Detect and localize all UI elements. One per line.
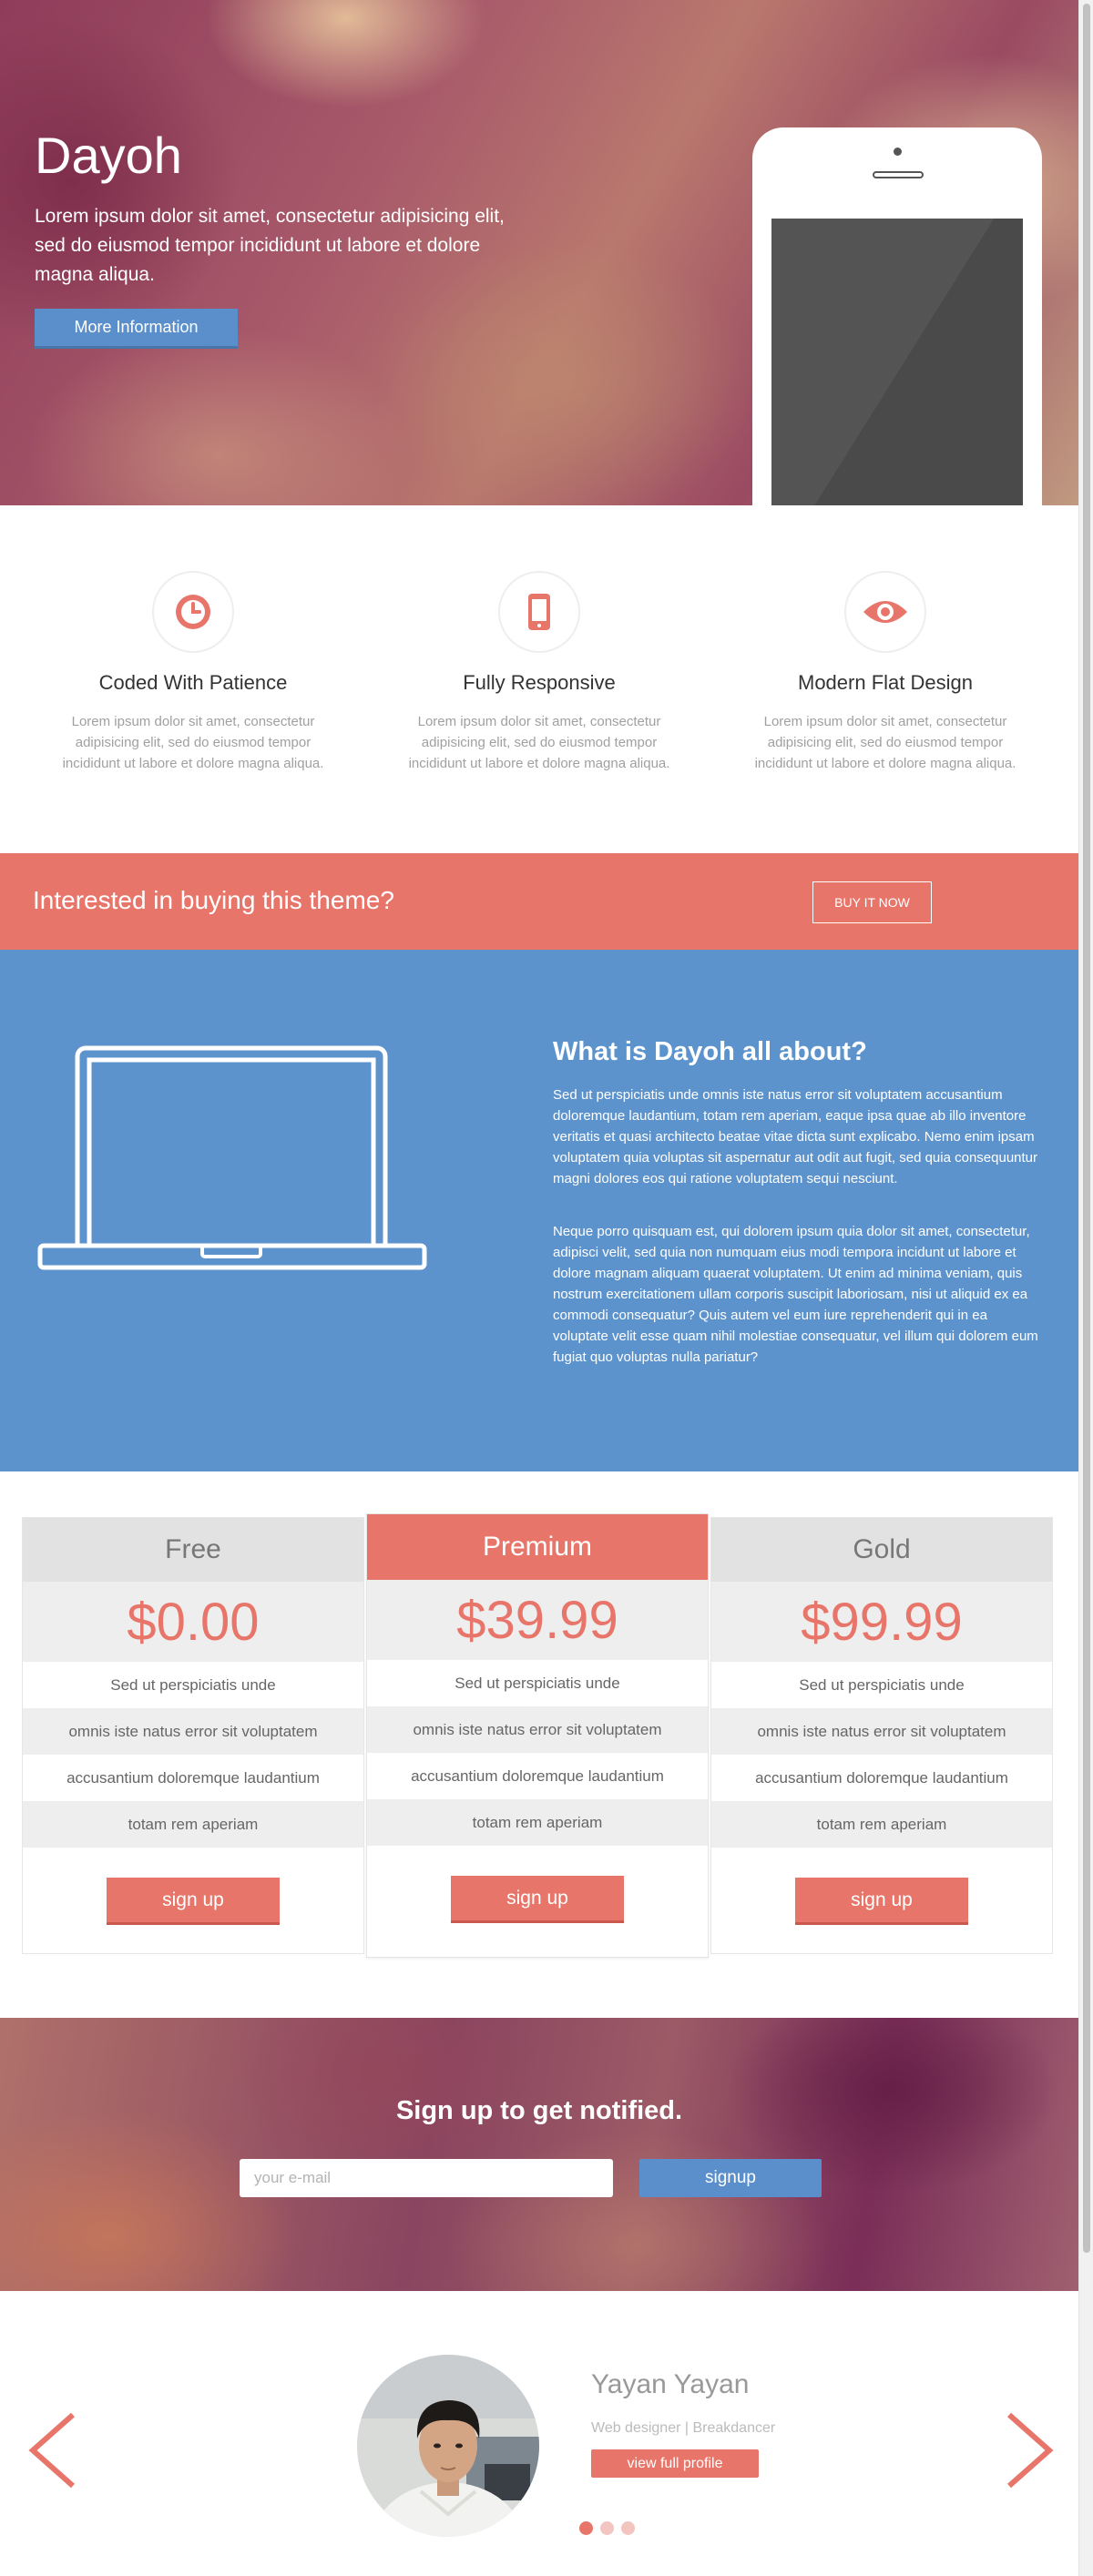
- plan-price: $0.00: [23, 1582, 363, 1662]
- feature-icon-circle: [152, 571, 234, 653]
- plan-feature: omnis iste natus error sit voluptatem: [23, 1708, 363, 1755]
- email-input[interactable]: [240, 2159, 613, 2197]
- gold-sign-up-button[interactable]: sign up: [795, 1878, 968, 1925]
- plan-feature: Sed ut perspiciatis unde: [455, 1674, 620, 1692]
- buy-theme-text: Interested in buying this theme?: [33, 886, 394, 914]
- pricing-plan-free: Free $0.00 Sed ut perspiciatis unde omni…: [22, 1517, 364, 1954]
- plan-feature: accusantium doloremque laudantium: [66, 1768, 320, 1787]
- plan-feature: Sed ut perspiciatis unde: [799, 1675, 965, 1694]
- phone-speaker: [873, 171, 924, 178]
- about-section: What is Dayoh all about? Sed ut perspici…: [0, 950, 1078, 1471]
- feature-description: Lorem ipsum dolor sit amet, consectetur …: [754, 714, 1016, 771]
- person-name: Yayan Yayan: [591, 2369, 750, 2399]
- page-scrollbar[interactable]: [1078, 0, 1093, 2576]
- plan-name: Gold: [711, 1518, 1052, 1582]
- about-title: What is Dayoh all about?: [553, 1037, 867, 1066]
- plan-price: $39.99: [367, 1580, 708, 1660]
- plan-feature: totam rem aperiam: [367, 1799, 708, 1846]
- premium-sign-up-button[interactable]: sign up: [451, 1876, 624, 1923]
- feature-title: Fully Responsive: [463, 671, 616, 694]
- scrollbar-thumb[interactable]: [1083, 4, 1090, 2253]
- page: Dayoh Lorem ipsum dolor sit amet, consec…: [0, 0, 1078, 2576]
- feature-modern-flat-design: Modern Flat Design Lorem ipsum dolor sit…: [735, 571, 1036, 774]
- plan-feature: totam rem aperiam: [711, 1801, 1052, 1848]
- plan-price: $99.99: [711, 1582, 1052, 1662]
- features-section: Coded With Patience Lorem ipsum dolor si…: [0, 505, 1078, 853]
- feature-fully-responsive: Fully Responsive Lorem ipsum dolor sit a…: [389, 571, 690, 774]
- feature-description: Lorem ipsum dolor sit amet, consectetur …: [408, 714, 670, 771]
- feature-title: Modern Flat Design: [798, 671, 973, 694]
- pricing-section: Free $0.00 Sed ut perspiciatis unde omni…: [0, 1471, 1078, 2018]
- team-member-slider: Yayan Yayan Web designer | Breakdancer v…: [0, 2291, 1078, 2576]
- feature-description: Lorem ipsum dolor sit amet, consectetur …: [62, 714, 324, 771]
- feature-title: Coded With Patience: [98, 671, 288, 694]
- slider-pagination: [579, 2521, 635, 2535]
- plan-feature: accusantium doloremque laudantium: [755, 1768, 1008, 1787]
- slider-dot[interactable]: [621, 2521, 635, 2535]
- pricing-plan-premium: Premium $39.99 Sed ut perspiciatis unde …: [366, 1513, 709, 1958]
- laptop-icon: [37, 1045, 427, 1270]
- plan-feature: omnis iste natus error sit voluptatem: [711, 1708, 1052, 1755]
- next-arrow-icon[interactable]: [1002, 2409, 1057, 2491]
- phone-screen: [771, 219, 1023, 505]
- plan-footer: sign up: [367, 1846, 708, 1953]
- plan-footer: sign up: [23, 1848, 363, 1955]
- phone-screen-reflection: [771, 219, 1023, 505]
- buy-theme-banner: Interested in buying this theme? BUY IT …: [0, 853, 1078, 950]
- plan-feature: totam rem aperiam: [23, 1801, 363, 1848]
- feature-icon-circle: [844, 571, 926, 653]
- plan-footer: sign up: [711, 1848, 1052, 1955]
- newsletter-signup-button[interactable]: signup: [639, 2159, 822, 2197]
- about-paragraph: Neque porro quisquam est, qui dolorem ip…: [553, 1224, 1038, 1365]
- hero-section: Dayoh Lorem ipsum dolor sit amet, consec…: [0, 0, 1078, 505]
- plan-name: Free: [23, 1518, 363, 1582]
- phone-camera: [894, 148, 902, 156]
- view-full-profile-button[interactable]: view full profile: [591, 2449, 759, 2478]
- person-photo-icon: [357, 2355, 539, 2537]
- previous-arrow-icon[interactable]: [26, 2409, 80, 2491]
- clock-icon: [176, 595, 210, 629]
- buy-it-now-button[interactable]: BUY IT NOW: [812, 881, 932, 923]
- person-role: Web designer | Breakdancer: [591, 2420, 776, 2436]
- slider-dot-active[interactable]: [579, 2521, 593, 2535]
- pricing-plan-gold: Gold $99.99 Sed ut perspiciatis unde omn…: [710, 1517, 1053, 1954]
- avatar: [357, 2355, 539, 2537]
- plan-feature: accusantium doloremque laudantium: [411, 1767, 664, 1785]
- hero-description: Lorem ipsum dolor sit amet, consectetur …: [35, 206, 505, 285]
- slider-dot[interactable]: [600, 2521, 614, 2535]
- newsletter-title: Sign up to get notified.: [395, 2096, 683, 2125]
- plan-feature: Sed ut perspiciatis unde: [110, 1675, 276, 1694]
- plan-name: Premium: [367, 1514, 708, 1580]
- feature-icon-circle: [498, 571, 580, 653]
- plan-feature: omnis iste natus error sit voluptatem: [367, 1706, 708, 1753]
- feature-coded-with-patience: Coded With Patience Lorem ipsum dolor si…: [43, 571, 343, 774]
- free-sign-up-button[interactable]: sign up: [107, 1878, 280, 1925]
- phone-mockup: [752, 127, 1042, 505]
- mobile-phone-icon: [528, 594, 550, 630]
- hero-title: Dayoh: [35, 127, 182, 184]
- newsletter-section: Sign up to get notified. signup: [0, 2018, 1078, 2291]
- eye-icon: [863, 601, 907, 623]
- more-information-button[interactable]: More Information: [35, 309, 238, 349]
- about-paragraph: Sed ut perspiciatis unde omnis iste natu…: [553, 1087, 1038, 1186]
